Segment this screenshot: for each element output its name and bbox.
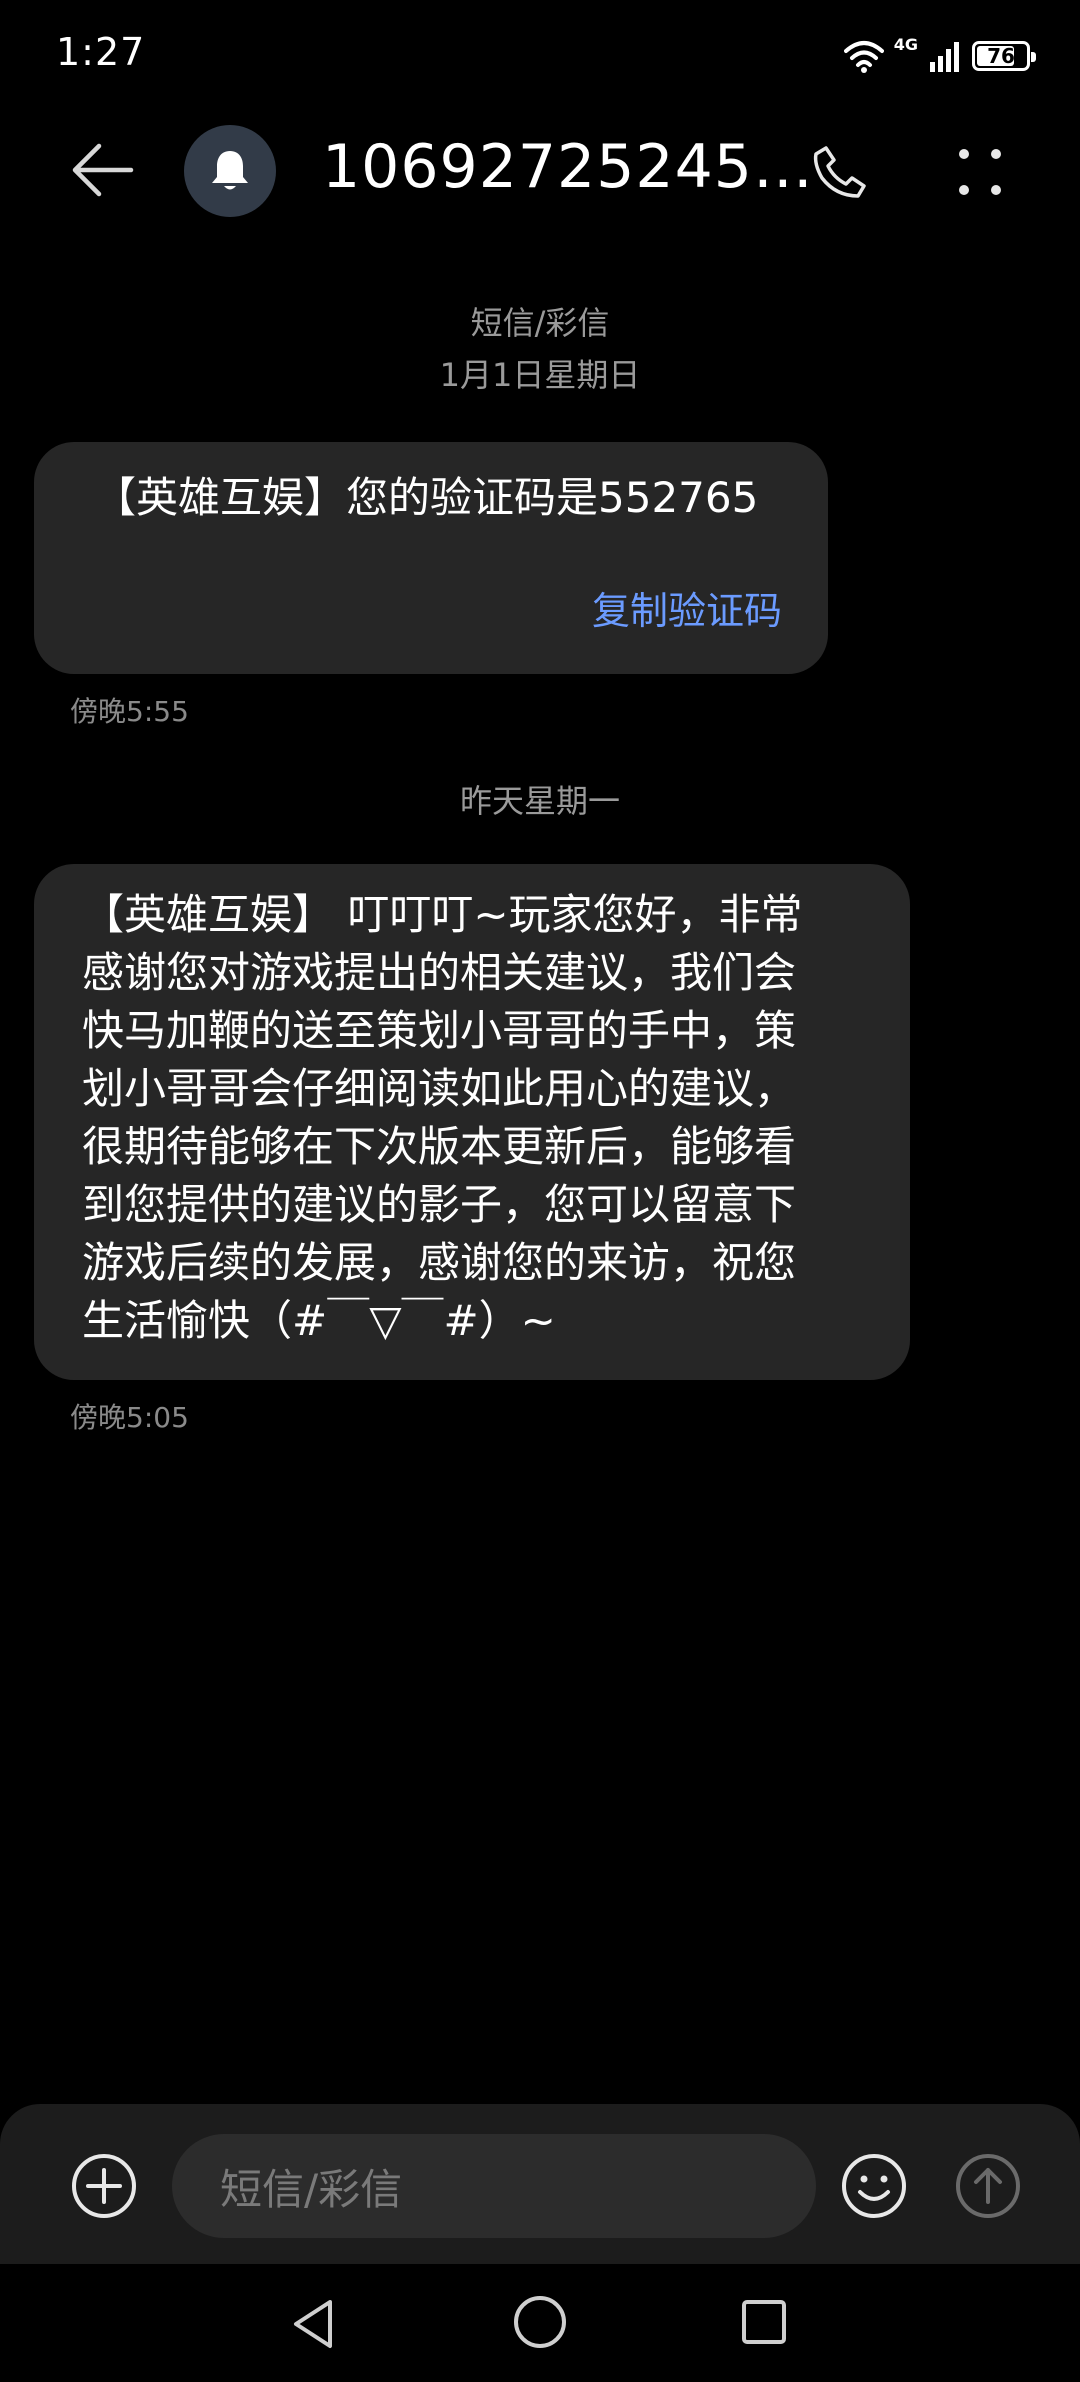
- call-button[interactable]: [800, 132, 880, 212]
- message-line: 划小哥哥会仔细阅读如此用心的建议，: [82, 1064, 797, 1113]
- arrow-up-circle-icon: [956, 2154, 1020, 2218]
- signal-icon: [930, 42, 959, 72]
- plus-circle-icon: [72, 2154, 136, 2218]
- message-bubble[interactable]: 【英雄互娱】您的验证码是552765 复制验证码: [34, 442, 828, 674]
- message-text: 【英雄互娱】您的验证码是552765: [94, 473, 759, 522]
- bell-icon: [212, 151, 248, 190]
- message-line: 很期待能够在下次版本更新后，能够看: [82, 1122, 797, 1171]
- battery-level-text: 76: [987, 44, 1015, 68]
- smiley-icon: [842, 2154, 906, 2218]
- square-recents-icon: [742, 2300, 786, 2344]
- battery-icon: 76: [972, 41, 1036, 71]
- copy-verification-code-link[interactable]: 复制验证码: [592, 580, 782, 635]
- emoji-button[interactable]: [838, 2150, 910, 2222]
- arrow-left-icon: [72, 143, 134, 197]
- more-dots-icon: [959, 149, 1001, 195]
- message-input[interactable]: 短信/彩信: [172, 2134, 816, 2238]
- message-line: 快马加鞭的送至策划小哥哥的手中，策: [82, 1006, 797, 1055]
- contact-avatar[interactable]: [184, 125, 276, 217]
- message-line: 感谢您对游戏提出的相关建议，我们会: [82, 948, 797, 997]
- message-line: 到您提供的建议的影子，您可以留意下: [82, 1180, 797, 1229]
- message-line: 生活愉快（#￣▽￣#）~: [82, 1296, 556, 1345]
- nav-recents-button[interactable]: [738, 2296, 790, 2348]
- wifi-icon: [843, 41, 884, 73]
- message-bubble[interactable]: 【英雄互娱】 叮叮叮~玩家您好，非常 感谢您对游戏提出的相关建议，我们会 快马加…: [34, 864, 910, 1380]
- nav-home-button[interactable]: [510, 2292, 570, 2352]
- date-separator: 昨天星期一: [459, 782, 620, 820]
- triangle-back-icon: [294, 2300, 332, 2348]
- message-time: 傍晚5:05: [70, 1401, 189, 1434]
- back-button[interactable]: [58, 130, 148, 210]
- message-text: 【英雄互娱】 叮叮叮~玩家您好，非常 感谢您对游戏提出的相关建议，我们会 快马加…: [82, 886, 860, 1350]
- circle-home-icon: [514, 2296, 566, 2348]
- network-type-label: 4G: [893, 34, 918, 54]
- contact-title[interactable]: 10692725245…: [322, 132, 814, 202]
- status-icons: 4G 76: [843, 34, 1036, 78]
- send-button[interactable]: [952, 2150, 1024, 2222]
- message-time: 傍晚5:55: [70, 695, 189, 728]
- date-separator: 1月1日星期日: [439, 356, 641, 394]
- phone-icon: [813, 146, 866, 198]
- message-line: 游戏后续的发展，感谢您的来访，祝您: [82, 1238, 797, 1287]
- channel-label: 短信/彩信: [470, 304, 610, 342]
- more-options-button[interactable]: [940, 132, 1020, 212]
- status-time: 1:27: [56, 30, 146, 74]
- attach-button[interactable]: [68, 2150, 140, 2222]
- message-line: 【英雄互娱】 叮叮叮~玩家您好，非常: [82, 890, 803, 939]
- nav-back-button[interactable]: [286, 2296, 342, 2352]
